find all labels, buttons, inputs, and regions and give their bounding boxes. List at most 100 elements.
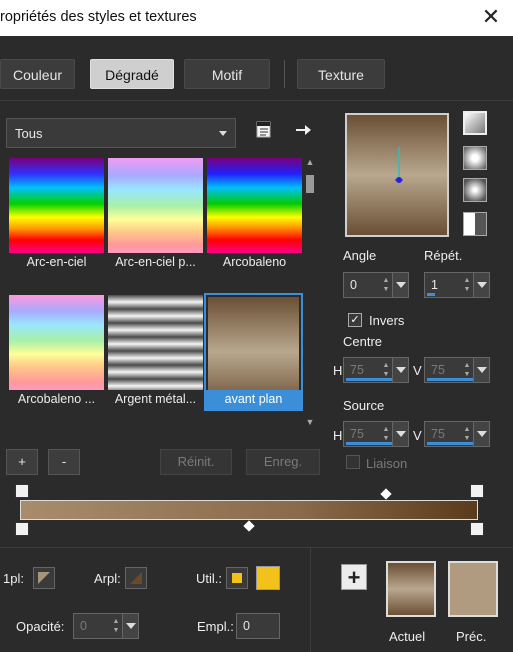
previous-swatch[interactable] (448, 561, 498, 617)
scroll-thumb[interactable] (306, 175, 314, 193)
arrow-right-icon[interactable] (294, 121, 312, 139)
rectangular-style-icon[interactable] (463, 146, 487, 170)
reset-button[interactable]: Réinit. (160, 449, 232, 475)
gradient-tile[interactable]: Arc-en-ciel p... (108, 158, 203, 272)
opacity-midpoint-icon[interactable] (380, 488, 392, 500)
angle-value: 0 (350, 278, 357, 292)
use-color-chip[interactable] (226, 567, 248, 589)
gradient-list-scrollbar[interactable] (304, 156, 316, 428)
chevron-down-icon (219, 131, 227, 136)
opacity-stop-left-icon[interactable] (15, 484, 29, 498)
add-gradient-button[interactable]: + (6, 449, 38, 475)
invert-checkbox[interactable]: ✓ (348, 313, 362, 327)
gradient-label: Arcobaleno (207, 253, 302, 272)
repeat-field[interactable]: 1 ▲ ▼ (424, 272, 490, 298)
spin-arrows-icon[interactable]: ▲ ▼ (462, 276, 472, 294)
use-color-swatch[interactable] (256, 566, 280, 590)
bg-color-chip[interactable] (125, 567, 147, 589)
angle-field[interactable]: 0 ▲ ▼ (343, 272, 409, 298)
opacity-field[interactable]: 0 ▲ ▼ (73, 613, 139, 639)
gradient-label: Arc-en-ciel (9, 253, 104, 272)
opacity-stop-right-icon[interactable] (470, 484, 484, 498)
source-label: Source (343, 398, 385, 413)
spin-arrows-icon[interactable]: ▲ ▼ (381, 425, 391, 443)
source-v-value: 75 (431, 427, 445, 441)
color-midpoint-icon[interactable] (243, 520, 255, 532)
save-button[interactable]: Enreg. (246, 449, 320, 475)
chevron-down-icon[interactable] (473, 358, 489, 382)
gradient-editor-bar[interactable] (20, 500, 478, 520)
source-h-label: H (333, 428, 343, 443)
invert-label: Invers (369, 313, 405, 328)
gradient-tile[interactable]: Arc-en-ciel (9, 158, 104, 272)
spin-arrows-icon[interactable]: ▲ ▼ (381, 361, 391, 379)
source-h-field[interactable]: 75 ▲ ▼ (343, 421, 409, 447)
use-color-fill (232, 573, 242, 583)
link-checkbox[interactable] (346, 455, 360, 469)
gradient-file-icon[interactable] (255, 121, 273, 139)
location-value: 0 (243, 619, 250, 633)
tab-couleur[interactable]: Couleur (0, 59, 75, 89)
divider (0, 547, 513, 548)
chevron-down-icon[interactable] (392, 422, 408, 446)
spin-arrows-icon[interactable]: ▲ ▼ (462, 361, 472, 379)
centre-h-level-bar (346, 378, 392, 381)
tab-texture[interactable]: Texture (297, 59, 385, 89)
fg-color-chip[interactable] (33, 567, 55, 589)
centre-h-label: H (333, 363, 343, 378)
chevron-down-icon[interactable] (392, 358, 408, 382)
gradient-tile[interactable]: Arcobaleno (207, 158, 302, 272)
source-v-field[interactable]: 75 ▲ ▼ (424, 421, 490, 447)
gradient-tile-selected[interactable]: avant plan (204, 293, 303, 411)
gradient-tile[interactable]: Argent métal... (108, 295, 203, 409)
centre-label: Centre (343, 334, 383, 349)
category-value: Tous (15, 126, 43, 141)
tab-separator (284, 60, 285, 88)
window-title: ropriétés des styles et textures (0, 9, 197, 25)
centre-v-field[interactable]: 75 ▲ ▼ (424, 357, 490, 383)
tab-motif[interactable]: Motif (184, 59, 270, 89)
source-h-level-bar (346, 442, 392, 445)
tab-degrade[interactable]: Dégradé (90, 59, 174, 89)
chevron-down-icon[interactable] (473, 273, 489, 297)
centre-v-label: V (413, 363, 422, 378)
fg-label: 1pl: (3, 571, 24, 586)
opacity-label: Opacité: (16, 619, 65, 634)
scroll-up-icon[interactable]: ▲ (304, 156, 316, 168)
linear-style-icon[interactable] (463, 111, 487, 135)
location-field[interactable]: 0 (236, 613, 280, 639)
link-label: Liaison (366, 456, 408, 471)
spin-arrows-icon[interactable]: ▲ ▼ (111, 617, 121, 635)
color-stop-right-icon[interactable] (470, 522, 484, 536)
radial-style-icon[interactable] (463, 178, 487, 202)
close-icon[interactable]: ✕ (477, 4, 505, 32)
gradient-preview[interactable] (345, 113, 449, 237)
remove-gradient-button[interactable]: - (48, 449, 80, 475)
previous-label: Préc. (456, 629, 487, 644)
scroll-down-icon[interactable]: ▼ (304, 416, 316, 428)
color-stop-left-icon[interactable] (15, 522, 29, 536)
category-dropdown[interactable]: Tous (6, 118, 236, 148)
opacity-value: 0 (80, 619, 87, 633)
centre-h-field[interactable]: 75 ▲ ▼ (343, 357, 409, 383)
repeat-value: 1 (431, 278, 438, 292)
chevron-down-icon[interactable] (473, 422, 489, 446)
gradient-label: Arc-en-ciel p... (108, 253, 203, 272)
sunburst-style-icon[interactable] (463, 212, 487, 236)
direction-handle-icon[interactable] (393, 145, 405, 185)
gradient-label: Arcobaleno ... (9, 390, 104, 409)
chevron-down-icon[interactable] (122, 614, 138, 638)
add-swatch-button[interactable]: + (341, 564, 367, 590)
source-h-value: 75 (350, 427, 364, 441)
centre-v-value: 75 (431, 363, 445, 377)
spin-arrows-icon[interactable]: ▲ ▼ (462, 425, 472, 443)
divider (0, 100, 513, 101)
centre-v-level-bar (427, 378, 473, 381)
centre-h-value: 75 (350, 363, 364, 377)
gradient-label: avant plan (206, 390, 301, 409)
title-bar: ropriétés des styles et textures ✕ (0, 0, 513, 36)
spin-arrows-icon[interactable]: ▲ ▼ (381, 276, 391, 294)
chevron-down-icon[interactable] (392, 273, 408, 297)
current-swatch[interactable] (386, 561, 436, 617)
gradient-tile[interactable]: Arcobaleno ... (9, 295, 104, 409)
